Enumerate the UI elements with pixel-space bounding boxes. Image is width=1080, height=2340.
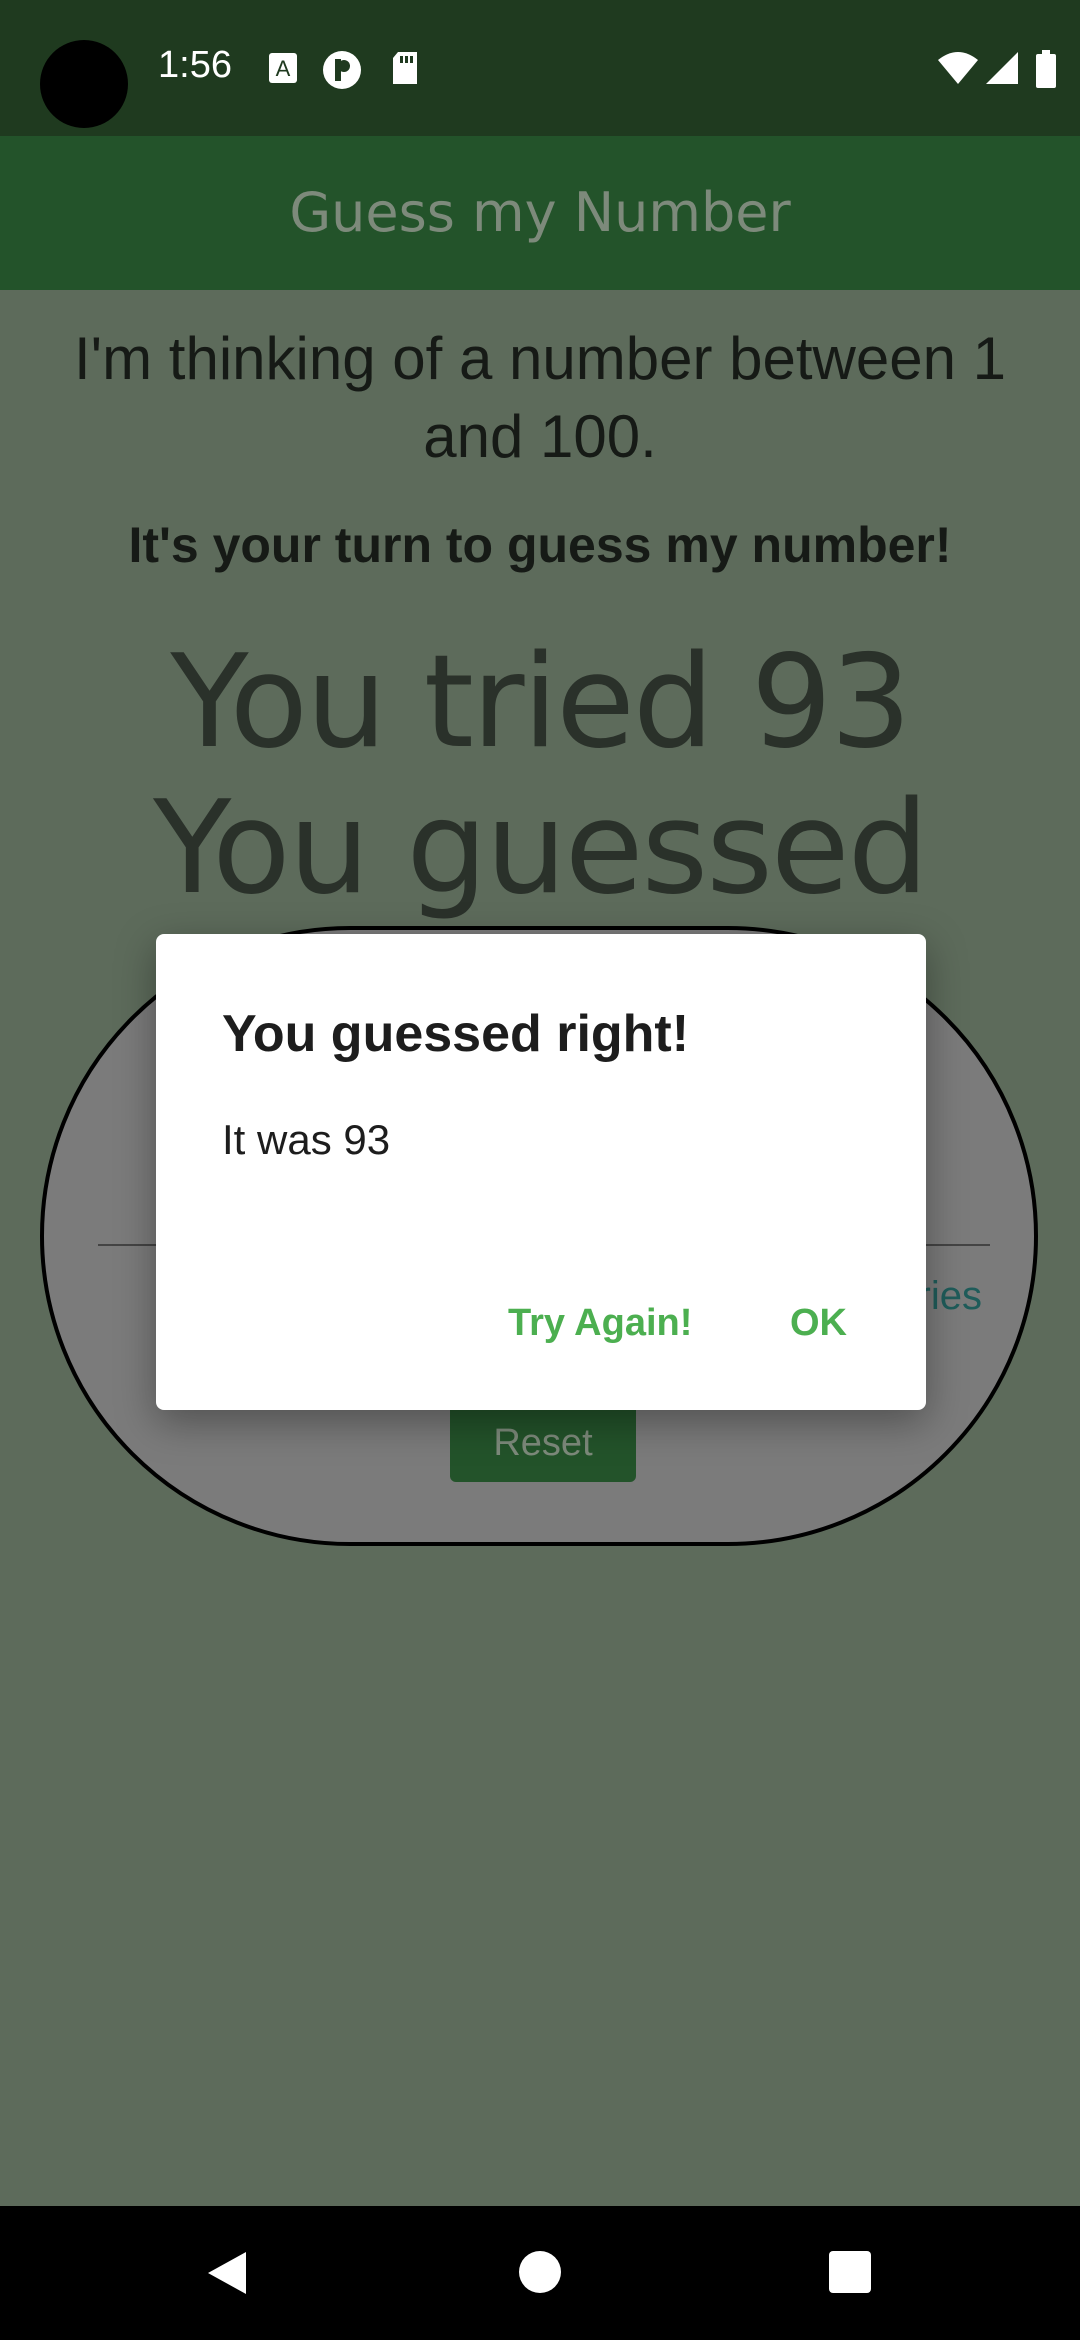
camera-cutout bbox=[40, 40, 128, 128]
circle-p-icon bbox=[323, 51, 361, 89]
a-badge-icon: A bbox=[269, 53, 297, 83]
reset-button[interactable]: Reset bbox=[450, 1404, 636, 1482]
try-again-button[interactable]: Try Again! bbox=[508, 1302, 692, 1345]
status-time: 1:56 bbox=[158, 44, 232, 86]
app-title: Guess my Number bbox=[289, 181, 791, 244]
status-bar: 1:56 A bbox=[0, 0, 1080, 136]
dialog-title: You guessed right! bbox=[222, 1005, 690, 1063]
sd-card-icon bbox=[393, 52, 417, 84]
result-dialog: You guessed right! It was 93 Try Again! … bbox=[156, 934, 926, 1410]
tried-text: You tried 93 bbox=[170, 628, 911, 777]
navigation-bar bbox=[0, 2206, 1080, 2340]
home-icon[interactable] bbox=[518, 2250, 562, 2294]
ok-button[interactable]: OK bbox=[790, 1302, 847, 1345]
intro-text: I'm thinking of a number between 1 and 1… bbox=[74, 325, 1006, 470]
turn-text: It's your turn to guess my number! bbox=[128, 517, 952, 573]
tries-label: ries bbox=[917, 1274, 982, 1318]
app-bar: Guess my Number bbox=[0, 136, 1080, 290]
battery-icon bbox=[1036, 50, 1056, 88]
signal-icon bbox=[986, 52, 1018, 84]
back-icon[interactable] bbox=[204, 2250, 250, 2296]
svg-text:A: A bbox=[276, 56, 291, 81]
wifi-icon bbox=[938, 52, 978, 84]
recents-icon[interactable] bbox=[828, 2250, 872, 2294]
dialog-message: It was 93 bbox=[222, 1116, 391, 1163]
